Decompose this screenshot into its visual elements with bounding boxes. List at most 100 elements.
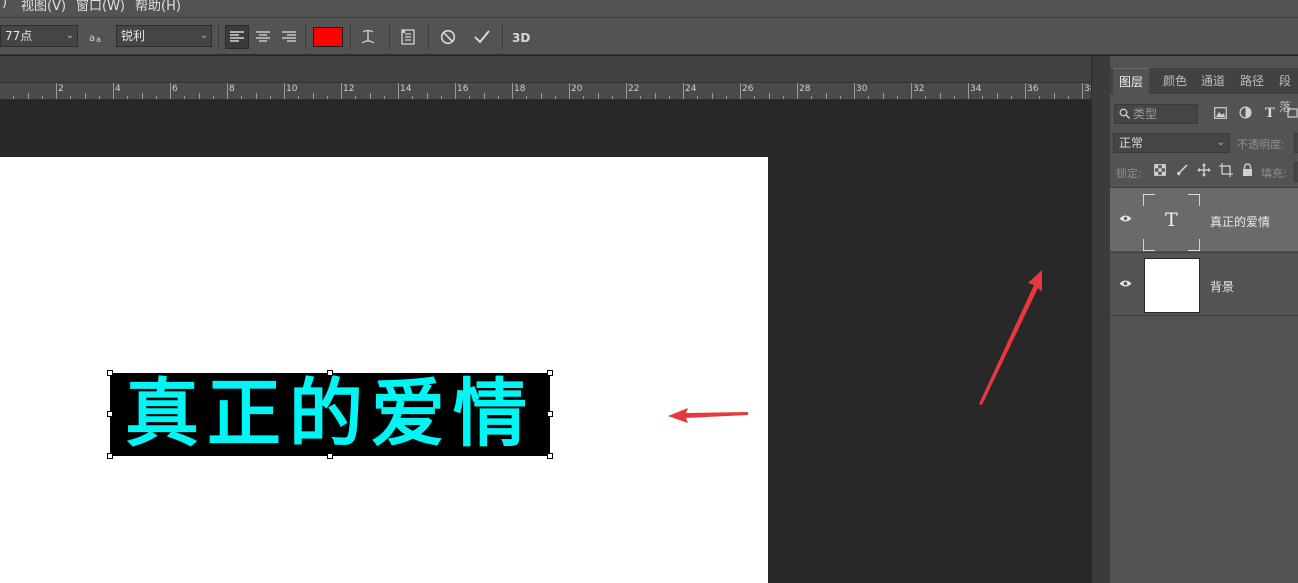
ruler-tick <box>227 83 228 99</box>
blend-mode-value: 正常 <box>1119 136 1144 150</box>
fill-label: 填充: <box>1261 167 1287 180</box>
ruler-label: 12 <box>343 84 355 94</box>
ruler-tick <box>284 83 285 99</box>
menu-item-view[interactable]: 视图(V) <box>21 0 66 14</box>
panel-tabs: 图层 颜色 通道 路径 段落 <box>1110 68 1298 114</box>
ruler-label: 28 <box>799 84 811 94</box>
ruler-tick <box>384 96 385 99</box>
tab-paths[interactable]: 路径 <box>1234 68 1270 94</box>
ruler-tick <box>441 96 442 99</box>
text-color-swatch[interactable] <box>313 27 343 47</box>
lock-artboard-icon[interactable] <box>1219 163 1233 177</box>
transform-handle[interactable] <box>107 370 113 376</box>
document-canvas[interactable] <box>0 157 768 583</box>
ruler-tick <box>683 83 684 99</box>
text-filter-icon[interactable]: T <box>1264 106 1276 119</box>
background-layer-thumbnail <box>1144 258 1200 313</box>
ruler-tick <box>28 93 29 99</box>
ruler-tick <box>313 93 314 99</box>
lock-pixels-brush-icon[interactable] <box>1176 164 1188 176</box>
ruler-label: 20 <box>571 84 583 94</box>
commit-check-icon[interactable] <box>470 25 494 49</box>
ruler-tick <box>640 96 641 99</box>
fill-field[interactable] <box>1294 162 1298 182</box>
align-right-button[interactable] <box>277 25 301 49</box>
ruler-tick <box>840 96 841 99</box>
layer-row-text[interactable]: T 真正的爱情 <box>1110 187 1298 251</box>
blend-mode-select[interactable]: 正常 ⌄ <box>1113 133 1230 153</box>
transform-handle[interactable] <box>327 370 333 376</box>
tab-layers[interactable]: 图层 <box>1113 68 1150 94</box>
ruler-tick <box>612 96 613 99</box>
3d-icon[interactable]: 3D <box>509 25 535 49</box>
cancel-icon[interactable] <box>436 25 460 49</box>
antialias-value: 锐利 <box>121 29 146 43</box>
tab-paragraph[interactable]: 段落 <box>1273 68 1298 114</box>
transform-handle[interactable] <box>107 411 113 417</box>
search-icon <box>1119 108 1130 119</box>
text-type-icon: T <box>1165 209 1178 231</box>
adjustment-filter-icon[interactable] <box>1239 106 1252 119</box>
ruler-tick <box>526 96 527 99</box>
menu-item-help[interactable]: 帮助(H) <box>135 0 181 14</box>
visibility-eye-icon[interactable] <box>1119 214 1132 223</box>
lock-all-icon[interactable] <box>1242 163 1253 176</box>
ruler-tick <box>897 96 898 99</box>
ruler-tick <box>982 96 983 99</box>
ruler-tick <box>1039 96 1040 99</box>
ruler-tick <box>498 96 499 99</box>
ruler-tick <box>569 83 570 99</box>
shape-filter-icon[interactable] <box>1286 107 1298 119</box>
ruler-tick <box>455 83 456 99</box>
align-left-button[interactable] <box>225 25 249 49</box>
ruler-tick <box>583 96 584 99</box>
image-filter-icon[interactable] <box>1214 107 1227 119</box>
font-size-select[interactable]: 77点 ⌄ <box>0 25 78 47</box>
transform-handle[interactable] <box>547 411 553 417</box>
opacity-field[interactable] <box>1294 133 1298 153</box>
svg-text:a: a <box>89 33 95 44</box>
font-size-value: 77点 <box>5 29 33 43</box>
layer-name[interactable]: 真正的爱情 <box>1210 213 1270 230</box>
options-bar: 77点 ⌄ aa 锐利 ⌄ 3D <box>0 18 1298 55</box>
transform-handle[interactable] <box>107 453 113 459</box>
svg-text:a: a <box>96 35 101 44</box>
ruler-tick <box>341 83 342 99</box>
visibility-eye-icon[interactable] <box>1119 279 1132 288</box>
character-panel-icon[interactable] <box>396 25 420 49</box>
transform-handle[interactable] <box>327 453 333 459</box>
menu-item-edit[interactable]: ) <box>2 0 7 10</box>
text-layer-content[interactable]: 真正的爱情 <box>110 373 550 456</box>
layer-row-background[interactable]: 背景 <box>1110 252 1298 316</box>
ruler-tick <box>883 93 884 99</box>
ruler-tick <box>669 96 670 99</box>
text-layer-thumbnail: T <box>1143 194 1200 251</box>
ruler-tick <box>541 93 542 99</box>
ruler-tick <box>298 96 299 99</box>
layer-name[interactable]: 背景 <box>1210 278 1234 295</box>
ruler-label: 32 <box>913 84 925 94</box>
menu-bar: ) 视图(V) 窗口(W) 帮助(H) <box>0 0 1298 18</box>
ruler-tick <box>355 96 356 99</box>
ruler-tick <box>911 83 912 99</box>
antialias-select[interactable]: 锐利 ⌄ <box>116 25 212 47</box>
chevron-down-icon: ⌄ <box>65 30 74 41</box>
ruler-tick <box>42 96 43 99</box>
tab-color[interactable]: 颜色 <box>1157 68 1193 94</box>
transform-handle[interactable] <box>547 370 553 376</box>
ruler-tick <box>854 83 855 99</box>
menu-item-window[interactable]: 窗口(W) <box>76 0 125 14</box>
ruler-label: 34 <box>970 84 982 94</box>
lock-position-move-icon[interactable] <box>1197 163 1211 177</box>
align-center-button[interactable] <box>251 25 275 49</box>
ruler-label: 30 <box>856 84 868 94</box>
warp-text-icon[interactable] <box>356 25 380 49</box>
ruler-tick <box>797 83 798 99</box>
transform-handle[interactable] <box>547 453 553 459</box>
tab-channels[interactable]: 通道 <box>1195 68 1231 94</box>
ruler-tick <box>412 96 413 99</box>
vertical-scrollbar[interactable] <box>1091 56 1110 583</box>
lock-transparent-icon[interactable] <box>1154 164 1166 176</box>
ruler-tick <box>142 93 143 99</box>
layer-filter-select[interactable]: 类型 <box>1114 104 1198 124</box>
